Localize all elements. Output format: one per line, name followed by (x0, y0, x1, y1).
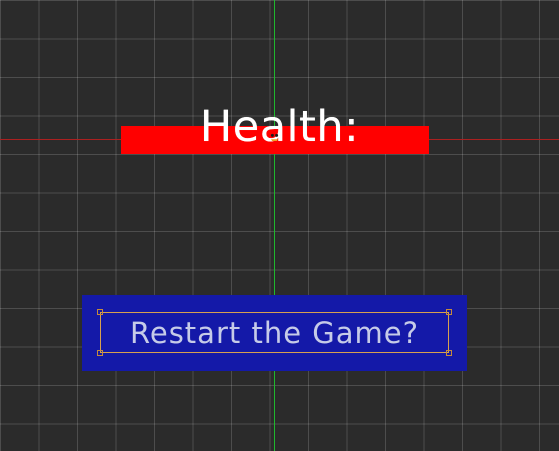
pivot-icon[interactable] (270, 133, 279, 142)
y-axis-guide (274, 0, 275, 451)
restart-game-button[interactable]: Restart the Game? (100, 312, 449, 353)
health-label: Health: (199, 102, 360, 152)
editor-viewport[interactable]: Health: Restart the Game? (0, 0, 559, 451)
